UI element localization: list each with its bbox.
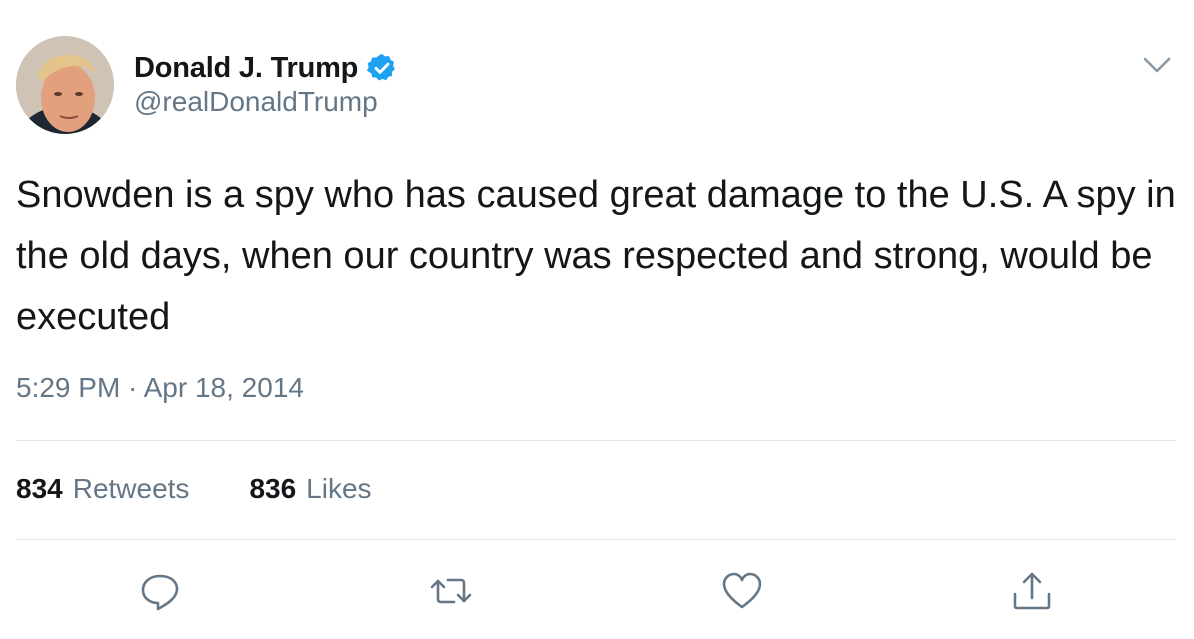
tweet-card: Donald J. Trump @realDonaldTrump Snowden…	[0, 0, 1194, 639]
chevron-down-icon[interactable]	[1140, 52, 1174, 78]
likes-label: Likes	[306, 473, 372, 504]
stats-row: 834 Retweets 836 Likes	[16, 473, 372, 505]
avatar[interactable]	[16, 36, 114, 134]
divider	[16, 440, 1176, 441]
retweets-stat[interactable]: 834 Retweets	[16, 473, 189, 505]
share-icon	[1013, 572, 1051, 610]
name-row: Donald J. Trump	[134, 48, 398, 88]
likes-count: 836	[249, 473, 297, 504]
verified-badge-icon	[366, 52, 398, 84]
like-icon	[722, 572, 762, 609]
timestamp[interactable]: 5:29 PM · Apr 18, 2014	[16, 372, 304, 404]
divider	[16, 539, 1176, 540]
retweets-label: Retweets	[72, 473, 190, 504]
likes-stat[interactable]: 836 Likes	[249, 473, 371, 505]
reply-button[interactable]	[137, 568, 183, 614]
tweet-text: Snowden is a spy who has caused great da…	[16, 174, 1176, 338]
share-button[interactable]	[1009, 568, 1055, 614]
retweet-icon	[430, 578, 472, 604]
retweets-count: 834	[16, 473, 63, 504]
retweet-button[interactable]	[428, 568, 474, 614]
display-name[interactable]: Donald J. Trump	[134, 52, 358, 85]
handle[interactable]: @realDonaldTrump	[134, 86, 378, 118]
reply-icon	[141, 574, 179, 611]
like-button[interactable]	[719, 568, 765, 614]
